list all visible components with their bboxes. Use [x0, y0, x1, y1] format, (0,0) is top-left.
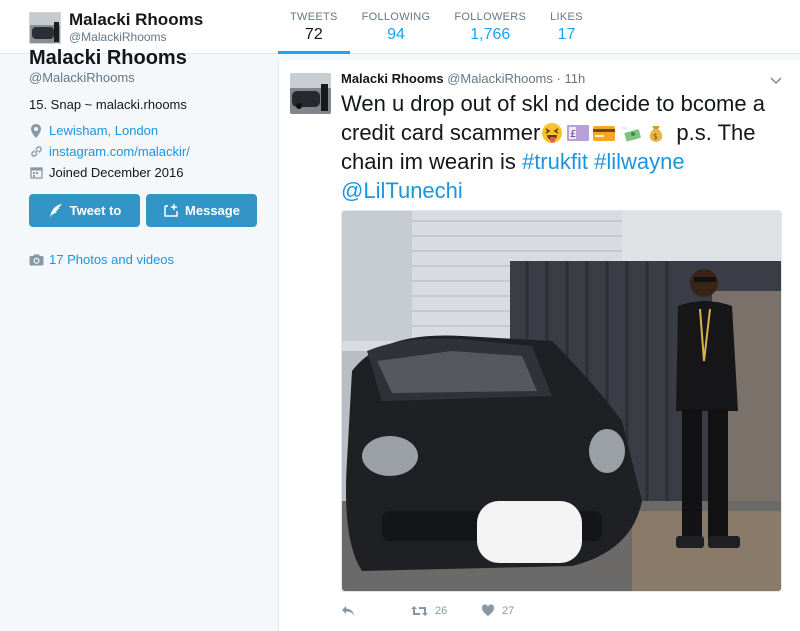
stat-label: FOLLOWERS	[454, 11, 527, 23]
stat-value: 72	[304, 26, 323, 43]
message-button[interactable]: Message	[146, 194, 257, 227]
stat-label: FOLLOWING	[361, 11, 431, 23]
money-bag-icon: $	[650, 126, 663, 142]
location-pin-icon	[29, 123, 43, 138]
profile-stats: TWEETS 72 FOLLOWING 94 FOLLOWERS 1,766 L…	[278, 0, 595, 54]
message-icon	[164, 203, 178, 217]
location-link[interactable]: Lewisham, London	[49, 123, 158, 138]
stat-following[interactable]: FOLLOWING 94	[350, 0, 443, 54]
profile-joined: Joined December 2016	[29, 165, 269, 180]
photos-label: 17 Photos and videos	[49, 252, 175, 267]
heart-icon	[481, 604, 495, 616]
tweet-timestamp[interactable]: 11h	[564, 71, 585, 86]
stat-label: TWEETS	[290, 11, 338, 23]
photos-and-videos-link[interactable]: 17 Photos and videos	[29, 252, 269, 267]
retweet-button[interactable]: 26	[411, 605, 481, 617]
svg-text:£: £	[570, 129, 576, 140]
retweet-icon	[411, 605, 428, 616]
stat-tweets[interactable]: TWEETS 72	[278, 0, 350, 54]
profile-handle[interactable]: @MalackiRhooms	[29, 70, 269, 85]
tweet-to-label: Tweet to	[69, 203, 122, 218]
tweet-author-name[interactable]: Malacki Rhooms	[341, 71, 444, 86]
stat-likes[interactable]: LIKES 17	[538, 0, 595, 54]
like-button[interactable]: 27	[481, 604, 551, 617]
profile-website: instagram.com/malackir/	[29, 144, 269, 159]
tweet-avatar[interactable]	[290, 73, 331, 114]
tweet-text: Wen u drop out of skl nd decide to bcome…	[341, 89, 791, 205]
calendar-icon	[29, 166, 43, 180]
nav-profile-handle: @MalackiRhooms	[69, 30, 167, 44]
camera-icon	[29, 254, 44, 265]
tweet-card[interactable]: Malacki Rhooms @MalackiRhooms · 11h Wen …	[278, 60, 800, 631]
profile-name[interactable]: Malacki Rhooms	[29, 46, 269, 70]
profile-location: Lewisham, London	[29, 123, 269, 138]
stat-value: 17	[557, 26, 576, 43]
hashtag-link[interactable]: #lilwayne	[594, 149, 685, 174]
stat-value: 1,766	[470, 26, 511, 43]
website-link[interactable]: instagram.com/malackir/	[49, 144, 190, 159]
like-count: 27	[502, 604, 515, 617]
tweet-header: Malacki Rhooms @MalackiRhooms · 11h	[341, 71, 585, 86]
hashtag-link[interactable]: #trukfit	[522, 149, 588, 174]
retweet-count: 26	[435, 604, 448, 617]
tweet-separator: ·	[556, 71, 561, 86]
svg-text:$: $	[653, 132, 658, 141]
stat-label: LIKES	[550, 11, 583, 23]
squinting-tongue-face-icon	[542, 123, 563, 143]
quill-icon	[49, 203, 62, 218]
profile-actions: Tweet to Message	[29, 194, 269, 227]
credit-card-icon	[593, 126, 616, 141]
pound-banknote-icon: £	[567, 125, 590, 141]
stat-value: 94	[387, 26, 405, 43]
mention-link[interactable]: @LilTunechi	[341, 178, 463, 203]
nav-avatar[interactable]	[29, 12, 61, 44]
profile-sidebar: Malacki Rhooms @MalackiRhooms 15. Snap ~…	[29, 46, 269, 267]
money-with-wings-icon	[620, 126, 642, 142]
chevron-down-icon[interactable]	[770, 72, 782, 90]
nav-profile-name[interactable]: Malacki Rhooms	[69, 10, 203, 30]
message-label: Message	[185, 203, 240, 218]
tweet-author-handle[interactable]: @MalackiRhooms	[447, 71, 553, 86]
reply-icon	[342, 605, 354, 615]
profile-bio: 15. Snap ~ malacki.rhooms	[29, 97, 187, 112]
tweet-photo[interactable]	[341, 210, 782, 592]
link-icon	[29, 145, 43, 159]
stat-followers[interactable]: FOLLOWERS 1,766	[442, 0, 538, 54]
reply-button[interactable]	[341, 605, 411, 617]
tweet-actions: 26 27	[341, 604, 551, 617]
joined-date: Joined December 2016	[49, 165, 184, 180]
tweet-to-button[interactable]: Tweet to	[29, 194, 140, 227]
